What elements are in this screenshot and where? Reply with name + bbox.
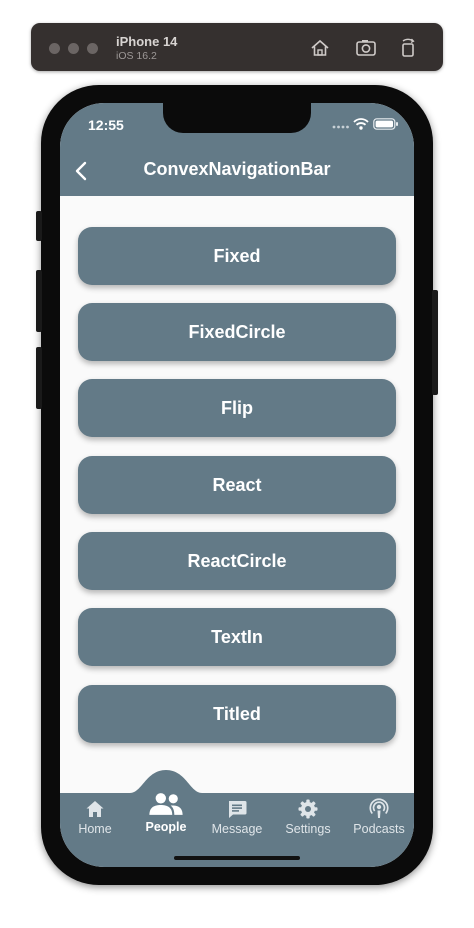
flip-button[interactable]: Flip bbox=[78, 379, 396, 437]
simulator-os-version: iOS 16.2 bbox=[116, 50, 157, 62]
notch bbox=[163, 103, 311, 133]
gear-icon bbox=[298, 799, 318, 819]
message-icon bbox=[229, 801, 247, 818]
home-icon bbox=[86, 801, 104, 817]
tab-podcasts-label: Podcasts bbox=[353, 822, 405, 836]
tab-message[interactable]: Message bbox=[202, 798, 272, 836]
podcasts-icon bbox=[369, 798, 389, 818]
reactcircle-button[interactable]: ReactCircle bbox=[78, 532, 396, 590]
cellular-signal-icon bbox=[332, 125, 349, 129]
convex-bottom-navigation: Home People Message Settings Podcasts bbox=[60, 743, 414, 867]
window-zoom-dot[interactable] bbox=[87, 43, 98, 54]
tab-home-label: Home bbox=[78, 822, 112, 836]
home-indicator bbox=[174, 856, 300, 860]
wifi-icon bbox=[353, 118, 369, 130]
textin-button[interactable]: TextIn bbox=[78, 608, 396, 666]
rotate-icon[interactable] bbox=[397, 37, 419, 59]
tab-people-label: People bbox=[145, 820, 187, 834]
tab-people[interactable]: People bbox=[131, 791, 201, 834]
tab-home[interactable]: Home bbox=[60, 798, 130, 836]
titled-button[interactable]: Titled bbox=[78, 685, 396, 743]
screenshot-icon[interactable] bbox=[355, 37, 377, 59]
page-title: ConvexNavigationBar bbox=[143, 159, 331, 179]
volume-up-button bbox=[36, 270, 42, 332]
home-button-icon[interactable] bbox=[309, 37, 331, 59]
react-button[interactable]: React bbox=[78, 456, 396, 514]
window-close-dot[interactable] bbox=[49, 43, 60, 54]
people-icon bbox=[149, 793, 183, 815]
status-time: 12:55 bbox=[88, 117, 124, 133]
tab-podcasts[interactable]: Podcasts bbox=[344, 798, 414, 836]
battery-icon bbox=[373, 118, 398, 130]
tab-message-label: Message bbox=[211, 822, 263, 836]
phone-screen: ConvexNavigationBar 12:55 Fixed FixedCir… bbox=[60, 103, 414, 867]
mute-switch bbox=[36, 211, 42, 241]
fixedcircle-button[interactable]: FixedCircle bbox=[78, 303, 396, 361]
simulator-title-bar: iPhone 14 iOS 16.2 bbox=[31, 23, 443, 71]
power-button bbox=[432, 290, 438, 395]
volume-down-button bbox=[36, 347, 42, 409]
simulator-device-name: iPhone 14 bbox=[116, 34, 178, 49]
fixed-button[interactable]: Fixed bbox=[78, 227, 396, 285]
tab-settings-label: Settings bbox=[285, 822, 331, 836]
window-minimize-dot[interactable] bbox=[68, 43, 79, 54]
tab-settings[interactable]: Settings bbox=[273, 798, 343, 836]
